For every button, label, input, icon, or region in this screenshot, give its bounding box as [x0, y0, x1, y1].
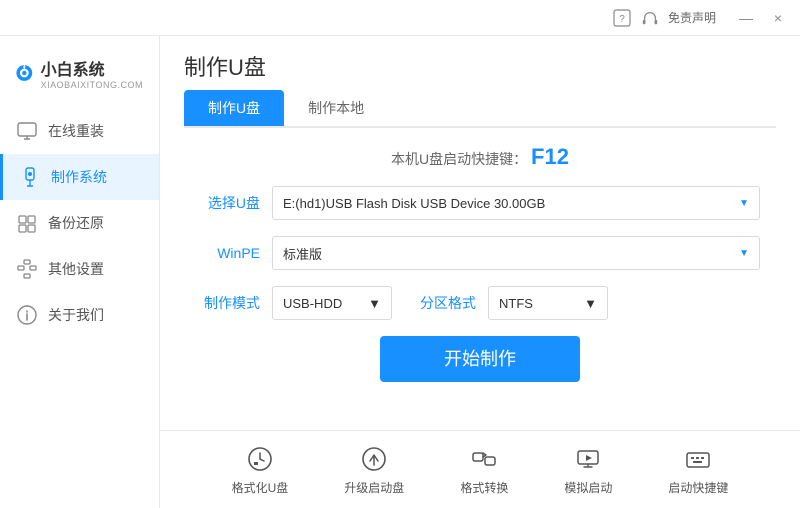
shortcut-hint-text: 本机U盘启动快捷键：	[391, 151, 527, 167]
winpe-label: WinPE	[200, 245, 260, 261]
mode-label: 制作模式	[200, 293, 260, 313]
tab-make-usb[interactable]: 制作U盘	[184, 90, 284, 126]
sidebar-item-make-system[interactable]: 制作系统	[0, 154, 159, 200]
mode-arrow: ▼	[368, 296, 381, 311]
shortcut-hint: 本机U盘启动快捷键： F12	[200, 144, 760, 170]
tab-make-local[interactable]: 制作本地	[284, 90, 388, 126]
headphone-icon[interactable]	[640, 8, 660, 28]
partition-arrow: ▼	[584, 296, 597, 311]
winpe-select-value: 标准版	[283, 244, 322, 263]
logo-subtitle: XIAOBAIXITONG.COM	[41, 80, 143, 90]
usb-select-value: E:(hd1)USB Flash Disk USB Device 30.00GB	[283, 196, 545, 211]
logo-icon	[16, 54, 33, 92]
page-title: 制作U盘	[184, 50, 266, 82]
tool-boot-shortcut-label: 启动快捷键	[668, 479, 728, 496]
sidebar-item-backup-restore[interactable]: 备份还原	[0, 200, 159, 246]
winpe-select-row: WinPE 标准版 ▼	[200, 236, 760, 270]
simulate-icon	[572, 443, 604, 475]
monitor-icon	[16, 120, 38, 142]
winpe-select[interactable]: 标准版 ▼	[272, 236, 760, 270]
page-header: 制作U盘	[160, 36, 800, 82]
winpe-select-arrow: ▼	[739, 248, 749, 259]
svg-text:?: ?	[619, 14, 625, 25]
logo-area: 小白系统 XIAOBAIXITONG.COM	[0, 46, 159, 108]
sidebar: 小白系统 XIAOBAIXITONG.COM 在线重装	[0, 36, 160, 508]
tool-upgrade-boot-label: 升级启动盘	[344, 479, 404, 496]
sidebar-item-online-reinstall[interactable]: 在线重装	[0, 108, 159, 154]
tool-format-convert-label: 格式转换	[460, 479, 508, 496]
sidebar-item-about-label: 关于我们	[48, 305, 104, 325]
usb-icon	[19, 166, 41, 188]
convert-icon	[468, 443, 500, 475]
settings-icon	[16, 258, 38, 280]
usb-label: 选择U盘	[200, 193, 260, 213]
tool-format-convert[interactable]: 格式转换	[432, 435, 536, 504]
tool-simulate-boot[interactable]: 模拟启动	[536, 435, 640, 504]
sidebar-item-backup-restore-label: 备份还原	[48, 213, 104, 233]
form-area: 本机U盘启动快捷键： F12 选择U盘 E:(hd1)USB Flash Dis…	[160, 128, 800, 430]
logo-title: 小白系统	[41, 56, 143, 80]
mode-partition-row: 制作模式 USB-HDD ▼ 分区格式 NTFS ▼	[200, 286, 760, 320]
sidebar-item-other-settings[interactable]: 其他设置	[0, 246, 159, 292]
minimize-button[interactable]: —	[734, 6, 758, 30]
free-declaration-link[interactable]: 免责声明	[668, 9, 716, 26]
title-bar: ? 免责声明 — ×	[0, 0, 800, 36]
tool-upgrade-boot[interactable]: 升级启动盘	[316, 435, 432, 504]
sidebar-item-about[interactable]: 关于我们	[0, 292, 159, 338]
tool-simulate-boot-label: 模拟启动	[564, 479, 612, 496]
usb-select-row: 选择U盘 E:(hd1)USB Flash Disk USB Device 30…	[200, 186, 760, 220]
sidebar-item-other-settings-label: 其他设置	[48, 259, 104, 279]
tool-format-usb-label: 格式化U盘	[232, 479, 289, 496]
tool-boot-shortcut[interactable]: 启动快捷键	[640, 435, 756, 504]
mode-select[interactable]: USB-HDD ▼	[272, 286, 392, 320]
usb-select[interactable]: E:(hd1)USB Flash Disk USB Device 30.00GB…	[272, 186, 760, 220]
mode-value: USB-HDD	[283, 296, 342, 311]
sidebar-item-make-system-label: 制作系统	[51, 167, 107, 187]
tool-format-usb[interactable]: 格式化U盘	[204, 435, 317, 504]
help-icon[interactable]: ?	[612, 8, 632, 28]
sidebar-item-online-reinstall-label: 在线重装	[48, 121, 104, 141]
partition-value: NTFS	[499, 296, 533, 311]
bottom-toolbar: 格式化U盘 升级启动盘	[160, 430, 800, 508]
shortcut-key: F12	[531, 144, 569, 169]
upgrade-icon	[358, 443, 390, 475]
logo-text-area: 小白系统 XIAOBAIXITONG.COM	[41, 56, 143, 90]
format-icon	[244, 443, 276, 475]
usb-select-arrow: ▼	[739, 198, 749, 209]
info-icon	[16, 304, 38, 326]
keyboard-icon	[682, 443, 714, 475]
tabs-bar: 制作U盘 制作本地	[184, 90, 776, 128]
close-button[interactable]: ×	[766, 6, 790, 30]
app-body: 小白系统 XIAOBAIXITONG.COM 在线重装	[0, 36, 800, 508]
partition-label: 分区格式	[420, 293, 476, 313]
main-content: 制作U盘 制作U盘 制作本地 本机U盘启动快捷键： F12 选择U盘 E:(hd…	[160, 36, 800, 508]
partition-select[interactable]: NTFS ▼	[488, 286, 608, 320]
backup-icon	[16, 212, 38, 234]
title-bar-icons: ? 免责声明 — ×	[612, 6, 790, 30]
start-button[interactable]: 开始制作	[380, 336, 580, 382]
